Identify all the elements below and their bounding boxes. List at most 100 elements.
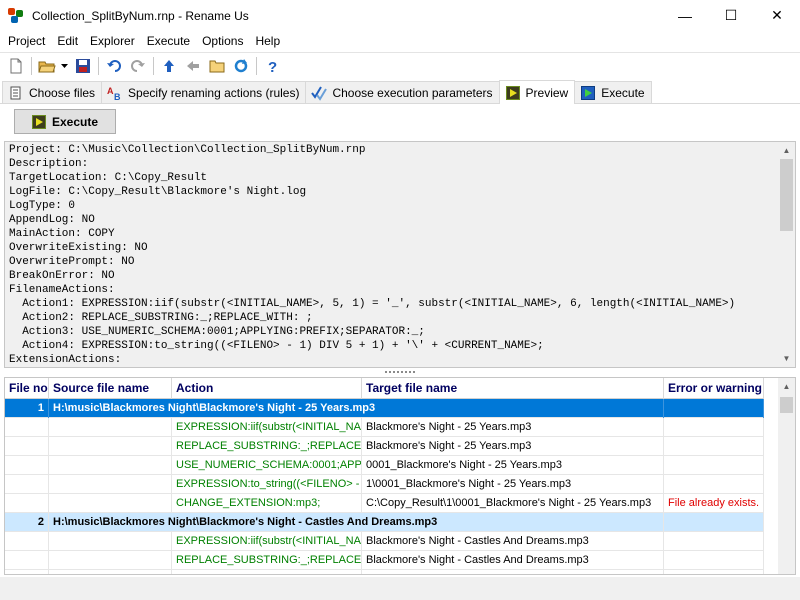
up-arrow-icon[interactable] — [157, 55, 181, 77]
cell-source — [49, 437, 172, 456]
action-row[interactable]: EXPRESSION:to_string((<FILENO> - 1 1\0001… — [5, 475, 764, 494]
tab-choose-files[interactable]: Choose files — [2, 81, 103, 103]
log-line: ExtensionActions: — [9, 354, 122, 366]
cell-source-path: H:\music\Blackmores Night\Blackmore's Ni… — [49, 399, 664, 418]
log-line: Project: C:\Music\Collection\Collection_… — [9, 144, 366, 156]
scroll-up-icon[interactable]: ▲ — [778, 142, 795, 159]
column-header-file-no[interactable]: File no — [5, 378, 49, 399]
cell-target: 1\0001_Blackmore's Night - 25 Years.mp3 — [362, 475, 664, 494]
cell-file-no — [5, 475, 49, 494]
log-line: AppendLog: NO — [9, 214, 95, 226]
log-line: Action1: EXPRESSION:iif(substr(<INITIAL_… — [9, 298, 736, 310]
menu-help[interactable]: Help — [249, 34, 286, 48]
log-line: Description: — [9, 158, 89, 170]
tab-execution-parameters[interactable]: Choose execution parameters — [305, 81, 500, 103]
execute-button[interactable]: Execute — [14, 109, 116, 134]
column-header-error[interactable]: Error or warning — [664, 378, 764, 399]
execute-button-label: Execute — [51, 114, 99, 129]
back-arrow-icon[interactable] — [181, 55, 205, 77]
column-header-target[interactable]: Target file name — [362, 378, 664, 399]
tab-label: Choose files — [29, 85, 96, 100]
column-header-source[interactable]: Source file name — [49, 378, 172, 399]
menu-project[interactable]: Project — [2, 34, 51, 48]
file-row[interactable]: 1 H:\music\Blackmores Night\Blackmore's N… — [5, 399, 764, 418]
app-icon — [8, 7, 24, 24]
cell-target: Blackmore's Night - Castles And Dreams.m… — [362, 551, 664, 570]
open-folder-icon[interactable] — [35, 55, 59, 77]
grid-scroll-thumb[interactable] — [780, 397, 793, 413]
title-bar: Collection_SplitByNum.rnp - Rename Us — … — [0, 0, 800, 31]
cell-error — [664, 532, 764, 551]
action-row[interactable]: CHANGE_EXTENSION:mp3; C:\Copy_Result\1\00… — [5, 494, 764, 513]
cell-target: Blackmore's Night - 25 Years.mp3 — [362, 418, 664, 437]
log-line: TargetLocation: C:\Copy_Result — [9, 172, 208, 184]
cell-file-no — [5, 456, 49, 475]
action-row[interactable]: REPLACE_SUBSTRING:_;REPLACE_WI Blackmore'… — [5, 551, 764, 570]
cell-action: EXPRESSION:iif(substr(<INITIAL_NAM — [172, 532, 362, 551]
log-text: Project: C:\Music\Collection\Collection_… — [9, 143, 779, 367]
grid-scrollbar[interactable]: ▲ — [778, 378, 795, 574]
cell-source — [49, 494, 172, 513]
dropdown-arrow-icon[interactable] — [59, 55, 71, 77]
cell-error — [664, 456, 764, 475]
cell-source — [49, 532, 172, 551]
action-row[interactable]: EXPRESSION:iif(substr(<INITIAL_NAM Blackm… — [5, 532, 764, 551]
cell-file-no — [5, 532, 49, 551]
action-row[interactable]: 0002_Blackmore's Night - Castles And Dre… — [5, 570, 764, 574]
log-line: LogType: 0 — [9, 200, 76, 212]
cell-action: CHANGE_EXTENSION:mp3; — [172, 494, 362, 513]
splitter-handle[interactable] — [0, 368, 800, 376]
cell-error — [664, 399, 764, 418]
redo-icon[interactable] — [126, 55, 150, 77]
svg-text:B: B — [114, 92, 121, 101]
close-button[interactable]: ✕ — [754, 0, 800, 31]
cell-file-no — [5, 418, 49, 437]
menu-edit[interactable]: Edit — [51, 34, 84, 48]
window-title: Collection_SplitByNum.rnp - Rename Us — [32, 8, 249, 23]
tab-renaming-actions[interactable]: AB Specify renaming actions (rules) — [101, 81, 307, 103]
column-header-action[interactable]: Action — [172, 378, 362, 399]
file-row[interactable]: 2 H:\music\Blackmores Night\Blackmore's N… — [5, 513, 764, 532]
tab-preview[interactable]: Preview — [498, 80, 576, 104]
play-icon — [31, 114, 46, 129]
cell-error — [664, 418, 764, 437]
cell-source-path: H:\music\Blackmores Night\Blackmore's Ni… — [49, 513, 664, 532]
log-line: MainAction: COPY — [9, 228, 115, 240]
save-icon[interactable] — [71, 55, 95, 77]
action-row[interactable]: EXPRESSION:iif(substr(<INITIAL_NAM Blackm… — [5, 418, 764, 437]
grid-scroll-up-icon[interactable]: ▲ — [778, 378, 795, 395]
undo-icon[interactable] — [102, 55, 126, 77]
action-row[interactable]: REPLACE_SUBSTRING:_;REPLACE_WI Blackmore'… — [5, 437, 764, 456]
menu-execute[interactable]: Execute — [141, 34, 196, 48]
grid-header: File no Source file name Action Target f… — [5, 378, 764, 399]
tab-label: Preview — [525, 85, 569, 100]
log-scrollbar[interactable]: ▲ ▼ — [778, 142, 795, 367]
menu-options[interactable]: Options — [196, 34, 249, 48]
folder-icon[interactable] — [205, 55, 229, 77]
cell-target: 0001_Blackmore's Night - 25 Years.mp3 — [362, 456, 664, 475]
cell-error — [664, 437, 764, 456]
minimize-button[interactable]: — — [662, 0, 708, 31]
log-line: Action3: USE_NUMERIC_SCHEMA:0001;APPLYIN… — [9, 326, 425, 338]
menu-explorer[interactable]: Explorer — [84, 34, 141, 48]
log-line: Action2: REPLACE_SUBSTRING:_;REPLACE_WIT… — [9, 312, 313, 324]
refresh-icon[interactable] — [229, 55, 253, 77]
new-file-icon[interactable] — [4, 55, 28, 77]
cell-action: REPLACE_SUBSTRING:_;REPLACE_WI — [172, 551, 362, 570]
svg-text:?: ? — [268, 59, 277, 74]
scroll-down-icon[interactable]: ▼ — [778, 350, 795, 367]
scroll-thumb[interactable] — [780, 159, 793, 231]
tab-execute[interactable]: Execute — [574, 81, 652, 103]
cell-file-no — [5, 570, 49, 574]
cell-action: EXPRESSION:to_string((<FILENO> - 1 — [172, 475, 362, 494]
cell-error — [664, 551, 764, 570]
project-summary-log[interactable]: Project: C:\Music\Collection\Collection_… — [4, 141, 796, 368]
checkmarks-icon — [311, 85, 328, 101]
cell-error — [664, 475, 764, 494]
cell-action: EXPRESSION:iif(substr(<INITIAL_NAM — [172, 418, 362, 437]
cell-source — [49, 418, 172, 437]
help-icon[interactable]: ? — [260, 55, 284, 77]
ab-rename-icon: AB — [107, 85, 123, 101]
action-row[interactable]: USE_NUMERIC_SCHEMA:0001;APPLYI 0001_Black… — [5, 456, 764, 475]
maximize-button[interactable]: ☐ — [708, 0, 754, 31]
